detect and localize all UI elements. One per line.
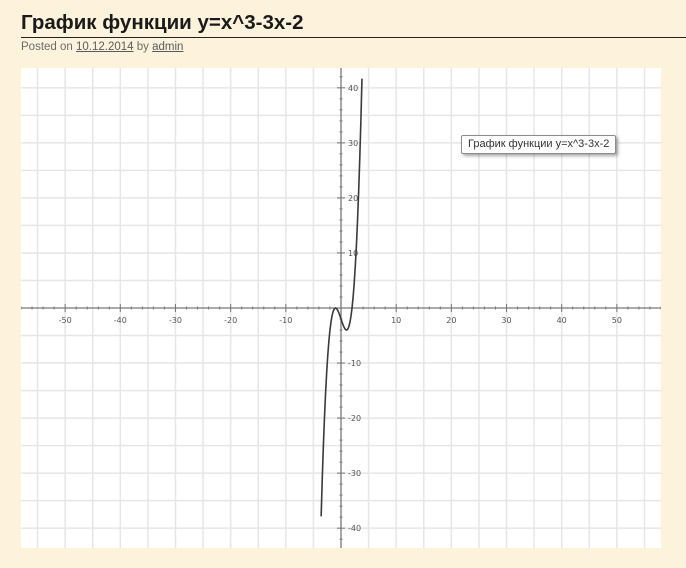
x-tick-label: 30	[501, 316, 511, 325]
y-tick-label: -30	[348, 469, 361, 478]
post-meta: Posted on 10.12.2014 by admin	[21, 40, 183, 55]
post-date-link[interactable]: 10.12.2014	[76, 41, 134, 53]
y-tick-label: 40	[348, 84, 358, 93]
y-tick-label: -20	[348, 414, 361, 423]
post-title: График функции y=x^3-3x-2	[21, 11, 304, 34]
x-tick-label: 40	[557, 316, 567, 325]
x-tick-label: -10	[279, 316, 292, 325]
title-divider	[21, 37, 686, 38]
x-tick-label: -30	[169, 316, 182, 325]
by-label: by	[136, 41, 149, 53]
y-tick-label: -10	[348, 359, 361, 368]
posted-on-label: Posted on	[21, 41, 73, 53]
x-tick-label: 10	[391, 316, 401, 325]
author-link[interactable]: admin	[152, 41, 183, 53]
x-tick-label: -40	[114, 316, 127, 325]
y-tick-label: 20	[348, 194, 358, 203]
y-tick-label: -40	[348, 524, 361, 533]
legend: График функции y=x^3-3x-2	[461, 135, 617, 154]
x-tick-label: -50	[59, 316, 72, 325]
x-tick-label: -20	[224, 316, 237, 325]
function-plot: -50 -40 -30 -20 -10 10 20 30 40 50 40 30 20 10 -10 -20-…	[21, 68, 661, 548]
x-tick-label: 50	[612, 316, 622, 325]
y-tick-label: 30	[348, 139, 358, 148]
x-tick-label: 20	[446, 316, 456, 325]
